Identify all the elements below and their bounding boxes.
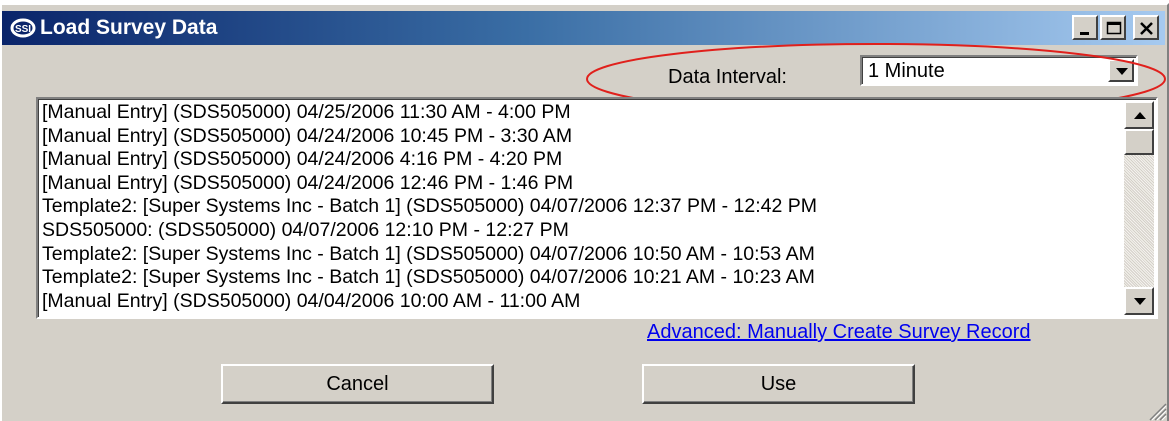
data-interval-value: 1 Minute [868,60,945,82]
resize-grip-icon[interactable] [1145,399,1167,421]
survey-list-items: [Manual Entry] (SDS505000) 04/25/2006 11… [42,101,1112,313]
survey-list[interactable]: [Manual Entry] (SDS505000) 04/25/2006 11… [36,97,1158,319]
window-title: Load Survey Data [40,16,218,39]
scroll-down-button[interactable] [1124,287,1154,315]
list-item[interactable]: [Manual Entry] (SDS505000) 04/04/2006 10… [42,290,1112,314]
list-item[interactable]: [Manual Entry] (SDS505000) 04/24/2006 12… [42,172,1112,196]
title-bar[interactable]: SSI Load Survey Data [2,11,1165,45]
list-item[interactable]: [Manual Entry] (SDS505000) 04/25/2006 11… [42,101,1112,125]
scroll-thumb[interactable] [1124,129,1154,155]
list-item[interactable]: [Manual Entry] (SDS505000) 04/24/2006 4:… [42,148,1112,172]
vertical-scrollbar[interactable] [1124,101,1154,315]
arrow-up-icon [1134,112,1146,119]
data-interval-select[interactable]: 1 Minute [860,55,1138,86]
close-icon [1140,22,1153,35]
app-logo-icon: SSI [10,18,36,38]
svg-text:SSI: SSI [15,24,31,35]
maximize-icon [1106,21,1122,35]
manual-survey-record-link[interactable]: Advanced: Manually Create Survey Record [647,321,1031,344]
list-item[interactable]: SDS505000: (SDS505000) 04/07/2006 12:10 … [42,219,1112,243]
minimize-button[interactable] [1072,15,1098,40]
data-interval-label: Data Interval: [668,66,787,88]
scroll-up-button[interactable] [1124,101,1154,129]
cancel-button[interactable]: Cancel [221,364,494,404]
minimize-icon [1080,32,1089,35]
close-button[interactable] [1133,15,1159,40]
list-item[interactable]: Template2: [Super Systems Inc - Batch 1]… [42,266,1112,290]
list-item[interactable]: Template2: [Super Systems Inc - Batch 1]… [42,195,1112,219]
list-item[interactable]: Template2: [Super Systems Inc - Batch 1]… [42,243,1112,267]
arrow-down-icon [1134,298,1146,305]
list-item[interactable]: [Manual Entry] (SDS505000) 04/24/2006 10… [42,125,1112,149]
chevron-down-icon [1116,68,1128,75]
data-interval-dropdown-button[interactable] [1108,59,1134,82]
use-button[interactable]: Use [642,364,915,404]
maximize-button[interactable] [1100,15,1126,40]
